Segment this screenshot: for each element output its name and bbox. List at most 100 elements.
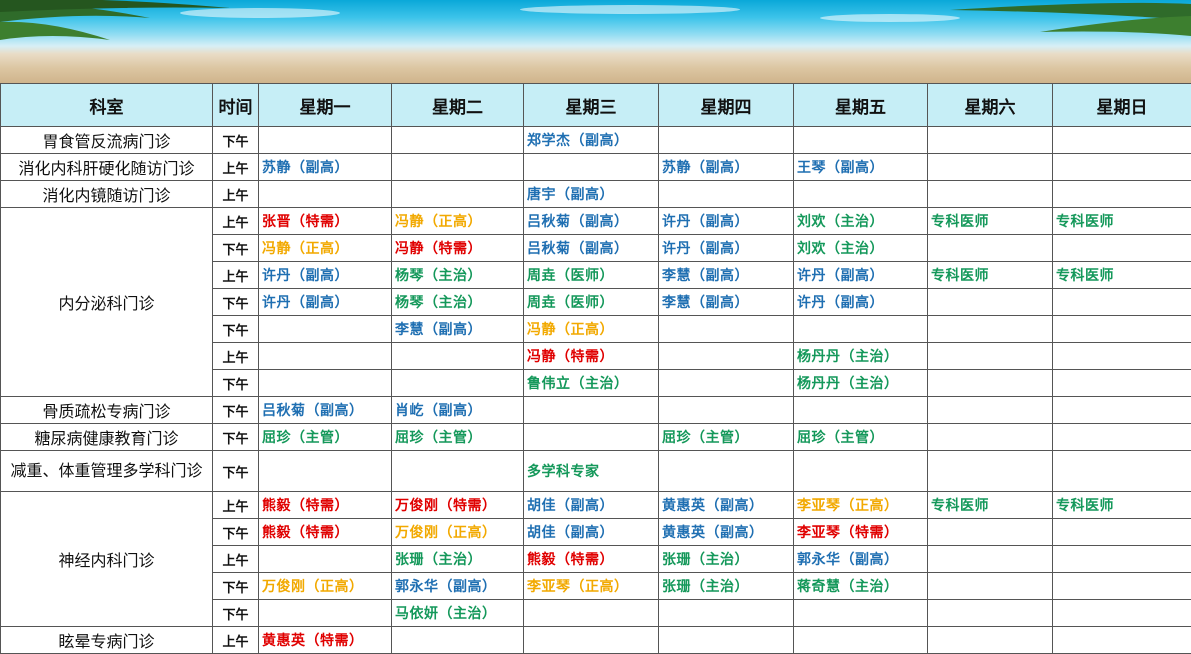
schedule-row: 眩晕专病门诊上午黄惠英（特需） — [1, 627, 1191, 654]
doctor-cell: 李亚琴（特需） — [794, 519, 928, 546]
beach-banner — [0, 0, 1191, 83]
schedule-row: 内分泌科门诊上午张晋（特需）冯静（正高）吕秋菊（副高）许丹（副高）刘欢（主治）专… — [1, 208, 1191, 235]
doctor-cell — [392, 127, 524, 154]
header-day: 星期四 — [659, 84, 794, 127]
dept-name: 骨质疏松专病门诊 — [1, 397, 213, 424]
doctor-cell: 郭永华（副高） — [794, 546, 928, 573]
doctor-cell — [259, 546, 392, 573]
doctor-cell — [392, 343, 524, 370]
doctor-cell — [1053, 154, 1191, 181]
doctor-cell — [1053, 235, 1191, 262]
doctor-cell: 蒋奇慧（主治） — [794, 573, 928, 600]
doctor-cell: 冯静（正高） — [524, 316, 659, 343]
dept-name: 减重、体重管理多学科门诊 — [1, 451, 213, 492]
time-slot: 下午 — [213, 127, 259, 154]
doctor-cell — [928, 573, 1053, 600]
doctor-cell — [928, 424, 1053, 451]
doctor-cell — [1053, 316, 1191, 343]
doctor-cell — [1053, 519, 1191, 546]
doctor-cell: 张晋（特需） — [259, 208, 392, 235]
header-day: 星期日 — [1053, 84, 1191, 127]
doctor-cell: 郑学杰（副高） — [524, 127, 659, 154]
schedule-row: 糖尿病健康教育门诊下午屈珍（主管）屈珍（主管）屈珍（主管）屈珍（主管） — [1, 424, 1191, 451]
doctor-cell: 李亚琴（正高） — [524, 573, 659, 600]
doctor-cell: 熊毅（特需） — [259, 492, 392, 519]
clinic-schedule-table: 科室 时间 星期一 星期二 星期三 星期四 星期五 星期六 星期日 胃食管反流病… — [0, 83, 1191, 654]
doctor-cell: 吕秋菊（副高） — [259, 397, 392, 424]
schedule-row: 消化内科肝硬化随访门诊上午苏静（副高）苏静（副高）王琴（副高） — [1, 154, 1191, 181]
dept-name: 眩晕专病门诊 — [1, 627, 213, 654]
doctor-cell — [1053, 546, 1191, 573]
doctor-cell: 万俊刚（特需） — [392, 492, 524, 519]
doctor-cell: 鲁伟立（主治） — [524, 370, 659, 397]
doctor-cell — [928, 397, 1053, 424]
doctor-cell: 李慧（副高） — [659, 289, 794, 316]
doctor-cell — [1053, 343, 1191, 370]
doctor-cell — [1053, 600, 1191, 627]
doctor-cell — [659, 600, 794, 627]
header-day: 星期一 — [259, 84, 392, 127]
doctor-cell: 专科医师 — [928, 492, 1053, 519]
doctor-cell — [928, 627, 1053, 654]
doctor-cell — [259, 316, 392, 343]
schedule-row: 神经内科门诊上午熊毅（特需）万俊刚（特需）胡佳（副高）黄惠英（副高）李亚琴（正高… — [1, 492, 1191, 519]
doctor-cell: 周垚（医师） — [524, 262, 659, 289]
doctor-cell: 刘欢（主治） — [794, 235, 928, 262]
time-slot: 上午 — [213, 492, 259, 519]
palm-leaves-left-icon — [0, 0, 240, 50]
doctor-cell: 熊毅（特需） — [259, 519, 392, 546]
doctor-cell — [659, 370, 794, 397]
doctor-cell: 张珊（主治） — [659, 546, 794, 573]
time-slot: 上午 — [213, 181, 259, 208]
doctor-cell: 杨丹丹（主治） — [794, 370, 928, 397]
header-day: 星期六 — [928, 84, 1053, 127]
cloud-shape — [520, 5, 740, 14]
doctor-cell — [392, 627, 524, 654]
doctor-cell — [524, 424, 659, 451]
doctor-cell — [794, 397, 928, 424]
doctor-cell: 冯静（特需） — [524, 343, 659, 370]
doctor-cell: 许丹（副高） — [794, 262, 928, 289]
time-slot: 上午 — [213, 546, 259, 573]
schedule-row: 减重、体重管理多学科门诊下午多学科专家 — [1, 451, 1191, 492]
doctor-cell — [794, 316, 928, 343]
time-slot: 下午 — [213, 289, 259, 316]
doctor-cell: 冯静（正高） — [259, 235, 392, 262]
time-slot: 上午 — [213, 154, 259, 181]
doctor-cell — [1053, 573, 1191, 600]
time-slot: 下午 — [213, 235, 259, 262]
header-day: 星期五 — [794, 84, 928, 127]
doctor-cell: 唐宇（副高） — [524, 181, 659, 208]
time-slot: 上午 — [213, 262, 259, 289]
doctor-cell: 专科医师 — [1053, 262, 1191, 289]
header-time: 时间 — [213, 84, 259, 127]
doctor-cell — [259, 451, 392, 492]
doctor-cell — [928, 546, 1053, 573]
dept-name: 消化内镜随访门诊 — [1, 181, 213, 208]
doctor-cell — [928, 370, 1053, 397]
doctor-cell — [1053, 181, 1191, 208]
doctor-cell — [659, 451, 794, 492]
palm-leaves-right-icon — [930, 0, 1191, 40]
doctor-cell: 许丹（副高） — [259, 289, 392, 316]
doctor-cell: 李慧（副高） — [392, 316, 524, 343]
doctor-cell: 杨琴（主治） — [392, 289, 524, 316]
doctor-cell — [659, 181, 794, 208]
doctor-cell: 王琴（副高） — [794, 154, 928, 181]
time-slot: 下午 — [213, 316, 259, 343]
doctor-cell: 屈珍（主管） — [259, 424, 392, 451]
doctor-cell: 胡佳（副高） — [524, 492, 659, 519]
doctor-cell — [659, 627, 794, 654]
doctor-cell — [392, 154, 524, 181]
doctor-cell — [392, 181, 524, 208]
header-day: 星期三 — [524, 84, 659, 127]
doctor-cell: 吕秋菊（副高） — [524, 208, 659, 235]
dept-name: 内分泌科门诊 — [1, 208, 213, 397]
doctor-cell — [928, 235, 1053, 262]
doctor-cell: 多学科专家 — [524, 451, 659, 492]
doctor-cell: 许丹（副高） — [659, 208, 794, 235]
schedule-row: 消化内镜随访门诊上午 唐宇（副高） — [1, 181, 1191, 208]
doctor-cell: 许丹（副高） — [659, 235, 794, 262]
doctor-cell: 周垚（医师） — [524, 289, 659, 316]
doctor-cell — [1053, 289, 1191, 316]
